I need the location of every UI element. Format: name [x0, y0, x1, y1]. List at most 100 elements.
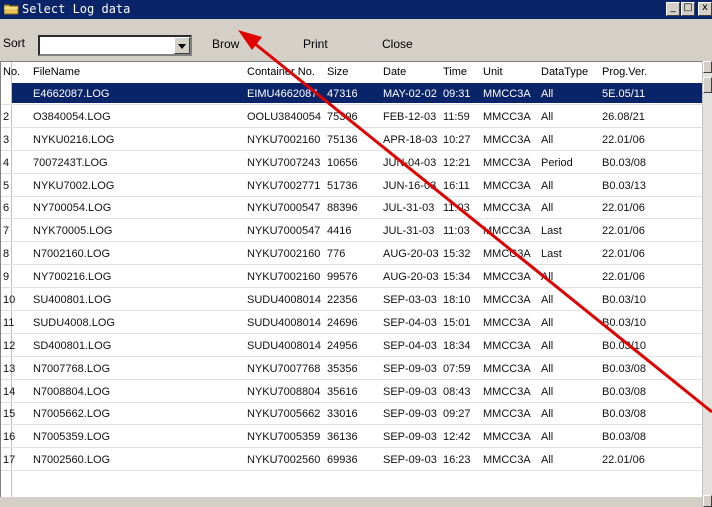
- table-row[interactable]: 16 N7005359.LOG NYKU7005359 36136 SEP-09-03 1…: [1, 425, 703, 449]
- col-progver-cell: B0.03/10: [602, 339, 647, 352]
- col-progver-cell: 22.01/06: [602, 248, 645, 261]
- table-row[interactable]: 11 SUDU4008.LOG SUDU4008014 24696 SEP-04-03 1…: [1, 311, 703, 334]
- col-container-cell: NYKU7000547: [247, 202, 321, 215]
- col-no-cell: 17: [3, 454, 16, 467]
- col-no-cell: 3: [3, 133, 10, 146]
- col-datatype-cell: All: [541, 294, 554, 307]
- window-title: Select Log data: [22, 2, 131, 16]
- col-time-cell: 18:10: [443, 294, 471, 307]
- header-col-no[interactable]: No.: [3, 66, 20, 78]
- col-progver-cell: 22.01/06: [602, 133, 645, 146]
- table-row[interactable]: 17 N7002560.LOG NYKU7002560 69936 SEP-09-03 1…: [1, 448, 703, 472]
- table-row[interactable]: 1 E4662087.LOG EIMU4662087 47316 MAY-02-02 09…: [1, 82, 705, 105]
- horizontal-scrollbar[interactable]: [0, 497, 702, 507]
- browse-button[interactable]: Brow: [212, 37, 239, 51]
- col-unit-cell: MMCC3A: [483, 431, 531, 444]
- col-time-cell: 12:42: [443, 431, 471, 444]
- col-unit-cell: MMCC3A: [483, 385, 531, 398]
- col-filename-cell: N7002560.LOG: [33, 454, 111, 467]
- header-col-size[interactable]: Size: [327, 66, 348, 78]
- col-container-cell: NYKU7002771: [247, 179, 321, 192]
- col-progver-cell: 22.01/06: [602, 225, 645, 238]
- col-time-cell: 11:03: [443, 202, 470, 215]
- col-time-cell: 11:03: [443, 225, 470, 238]
- scroll-down-button[interactable]: [703, 495, 712, 507]
- header-col-progver[interactable]: Prog.Ver.: [602, 66, 647, 78]
- table-row[interactable]: 7 NYK70005.LOG NYKU7000547 4416 JUL-31-03 11:…: [1, 219, 703, 243]
- header-col-datatype[interactable]: DataType: [541, 66, 588, 78]
- table-row[interactable]: 13 N7007768.LOG NYKU7007768 35356 SEP-09-03 0…: [1, 357, 703, 380]
- vertical-scrollbar[interactable]: [702, 61, 712, 507]
- header-col-container[interactable]: Container No.: [247, 66, 315, 78]
- col-time-cell: 10:27: [443, 133, 471, 146]
- col-datatype-cell: All: [541, 431, 554, 444]
- col-date-cell: SEP-09-03: [383, 454, 437, 467]
- title-bar[interactable]: Select Log data _ □ x: [0, 0, 712, 19]
- table-row[interactable]: 15 N7005662.LOG NYKU7005662 33016 SEP-09-03 0…: [1, 402, 703, 426]
- col-time-cell: 09:31: [443, 88, 471, 100]
- table-row[interactable]: 10 SU400801.LOG SUDU4008014 22356 SEP-03-03 1…: [1, 288, 703, 312]
- col-no-cell: 16: [3, 431, 16, 444]
- maximize-button[interactable]: □: [681, 2, 695, 16]
- table-row[interactable]: 2 O3840054.LOG OOLU3840054 75396 FEB-12-03 11…: [1, 105, 703, 128]
- close-button[interactable]: Close: [382, 37, 413, 51]
- col-container-cell: OOLU3840054: [247, 110, 321, 123]
- col-container-cell: NYKU7005359: [247, 431, 321, 444]
- col-progver-cell: B0.03/08: [602, 431, 647, 444]
- col-size-cell: 24956: [327, 339, 358, 352]
- table-row[interactable]: 9 NY700216.LOG NYKU7002160 99576 AUG-20-03 15…: [1, 265, 703, 289]
- col-unit-cell: MMCC3A: [483, 362, 531, 375]
- header-col-unit[interactable]: Unit: [483, 66, 503, 78]
- col-date-cell: SEP-09-03: [383, 408, 437, 421]
- table-row[interactable]: 6 NY700054.LOG NYKU7000547 88396 JUL-31-03 11…: [1, 196, 703, 220]
- col-no-cell: 12: [3, 339, 16, 352]
- col-no-cell: 15: [3, 408, 16, 421]
- col-unit-cell: MMCC3A: [483, 408, 531, 421]
- col-size-cell: 10656: [327, 156, 358, 169]
- col-filename-cell: NYK70005.LOG: [33, 225, 113, 238]
- col-time-cell: 15:01: [443, 316, 471, 329]
- table-row[interactable]: 12 SD400801.LOG SUDU4008014 24956 SEP-04-03 1…: [1, 334, 703, 357]
- col-size-cell: 88396: [327, 202, 358, 215]
- header-col-time[interactable]: Time: [443, 66, 467, 78]
- col-no-cell: 14: [3, 385, 16, 398]
- col-date-cell: JUN-04-03: [383, 156, 437, 169]
- col-no-cell: 6: [3, 202, 10, 215]
- col-date-cell: SEP-04-03: [383, 339, 437, 352]
- col-datatype-cell: All: [541, 408, 554, 421]
- col-size-cell: 33016: [327, 408, 358, 421]
- print-button[interactable]: Print: [303, 37, 328, 51]
- col-unit-cell: MMCC3A: [483, 248, 531, 261]
- chevron-down-icon[interactable]: [174, 37, 190, 54]
- col-container-cell: NYKU7002560: [247, 454, 321, 467]
- table-row[interactable]: 14 N7008804.LOG NYKU7008804 35616 SEP-09-03 0…: [1, 380, 703, 403]
- col-no-cell: 13: [3, 362, 16, 375]
- col-filename-cell: NYKU0216.LOG: [33, 133, 115, 146]
- col-datatype-cell: All: [541, 339, 554, 352]
- table-row[interactable]: 3 NYKU0216.LOG NYKU7002160 75136 APR-18-03 10…: [1, 128, 703, 151]
- close-window-button[interactable]: x: [698, 2, 712, 16]
- minimize-button[interactable]: _: [666, 2, 680, 16]
- col-filename-cell: E4662087.LOG: [33, 88, 110, 100]
- header-col-filename[interactable]: FileName: [33, 66, 80, 78]
- table-row[interactable]: 4 7007243T.LOG NYKU7007243 10656 JUN-04-03 12…: [1, 151, 703, 174]
- col-size-cell: 22356: [327, 294, 358, 307]
- select-log-window: Select Log data _ □ x Sort Brow Print Cl…: [0, 0, 712, 507]
- sort-dropdown[interactable]: [38, 35, 192, 56]
- table-row[interactable]: 5 NYKU7002.LOG NYKU7002771 51736 JUN-16-03 16…: [1, 174, 703, 197]
- header-col-date[interactable]: Date: [383, 66, 406, 78]
- col-container-cell: EIMU4662087: [247, 88, 318, 100]
- scroll-up-button[interactable]: [703, 61, 712, 73]
- col-time-cell: 09:27: [443, 408, 471, 421]
- col-unit-cell: MMCC3A: [483, 133, 531, 146]
- col-time-cell: 07:59: [443, 362, 471, 375]
- log-list[interactable]: No. FileName Container No. Size Date Time Unit…: [0, 61, 712, 507]
- col-unit-cell: MMCC3A: [483, 225, 531, 238]
- col-date-cell: SEP-09-03: [383, 362, 437, 375]
- col-container-cell: NYKU7007768: [247, 362, 321, 375]
- table-row[interactable]: 8 N7002160.LOG NYKU7002160 776 AUG-20-03 15:3…: [1, 242, 703, 266]
- col-time-cell: 15:34: [443, 271, 471, 284]
- col-size-cell: 35616: [327, 385, 358, 398]
- col-datatype-cell: Last: [541, 225, 562, 238]
- scroll-thumb[interactable]: [703, 77, 712, 93]
